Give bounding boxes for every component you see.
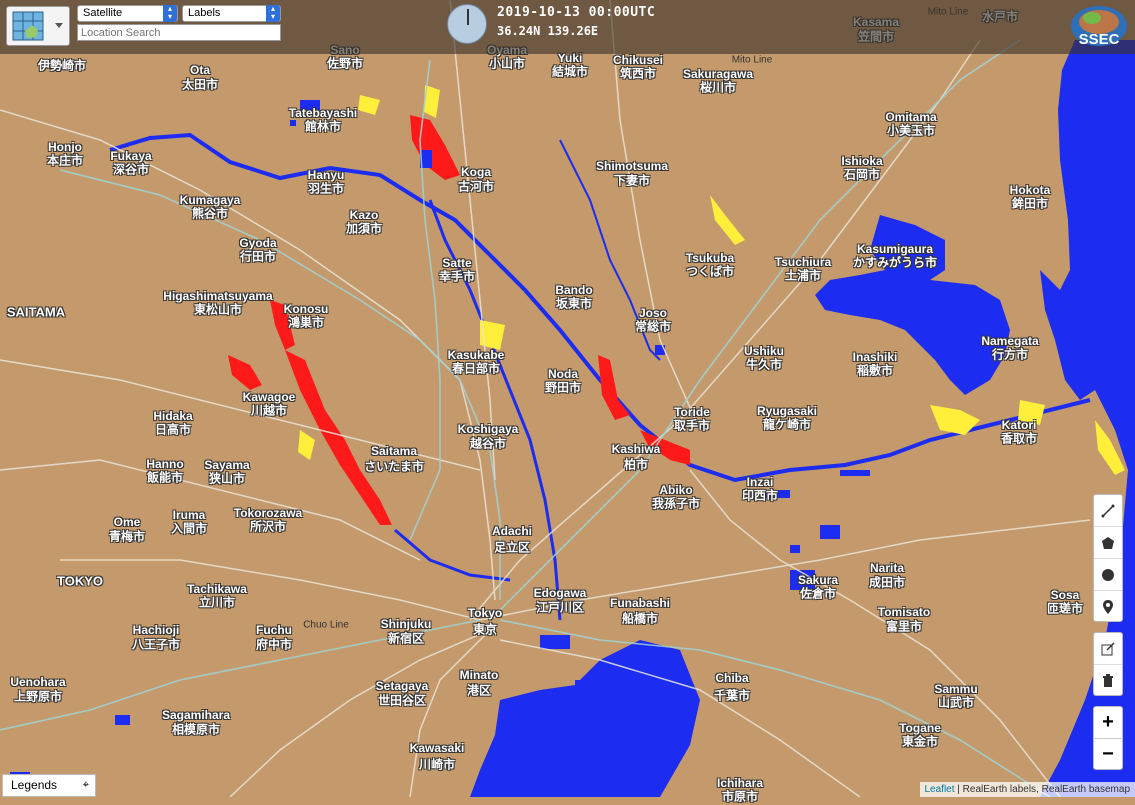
select-arrows-icon: ▴▾	[163, 5, 177, 22]
ssec-logo[interactable]: SSEC	[1068, 4, 1130, 50]
logo-text: SSEC	[1079, 31, 1120, 48]
attribution: Leaflet | RealEarth labels, RealEarth ba…	[920, 782, 1135, 797]
polygon-icon	[1101, 536, 1115, 550]
coordinate-readout: 36.24N 139.26E	[497, 24, 598, 38]
edit-layers-button[interactable]	[1094, 633, 1122, 665]
legends-button[interactable]: Legends ⌖	[2, 774, 96, 797]
trash-icon	[1102, 674, 1114, 688]
edit-toolbar	[1093, 632, 1123, 696]
clock-icon[interactable]	[447, 4, 487, 44]
location-search-input[interactable]	[77, 24, 281, 41]
basemap-select-value: Satellite	[83, 7, 122, 19]
zoom-control: + −	[1093, 706, 1123, 770]
basemap-select[interactable]: Satellite ▴▾	[77, 5, 178, 22]
leaflet-link[interactable]: Leaflet	[925, 784, 955, 795]
labels-select-value: Labels	[188, 7, 220, 19]
legends-label: Legends	[11, 778, 57, 792]
marker-icon	[1101, 599, 1115, 615]
zoom-out-button[interactable]: −	[1094, 739, 1122, 770]
draw-polygon-button[interactable]	[1094, 527, 1122, 559]
chevron-down-icon	[55, 23, 63, 28]
flood-map[interactable]	[0, 0, 1135, 797]
timestamp-display: 2019-10-13 00:00UTC	[497, 5, 655, 20]
clock-hand	[467, 9, 469, 25]
labels-select[interactable]: Labels ▴▾	[182, 5, 281, 22]
select-arrows-icon: ▴▾	[266, 5, 280, 22]
draw-circle-button[interactable]	[1094, 559, 1122, 591]
pin-icon: ⌖	[83, 775, 89, 796]
zoom-in-button[interactable]: +	[1094, 707, 1122, 739]
draw-line-button[interactable]	[1094, 495, 1122, 527]
land-area	[0, 0, 1135, 797]
polyline-icon	[1101, 504, 1115, 518]
draw-toolbar	[1093, 494, 1123, 622]
edit-icon	[1101, 642, 1115, 656]
layer-menu-button[interactable]	[6, 6, 70, 46]
grid-map-icon	[12, 11, 46, 41]
draw-marker-button[interactable]	[1094, 591, 1122, 623]
attribution-text: | RealEarth labels, RealEarth basemap	[955, 784, 1130, 795]
delete-layers-button[interactable]	[1094, 665, 1122, 697]
circle-icon	[1101, 568, 1115, 582]
